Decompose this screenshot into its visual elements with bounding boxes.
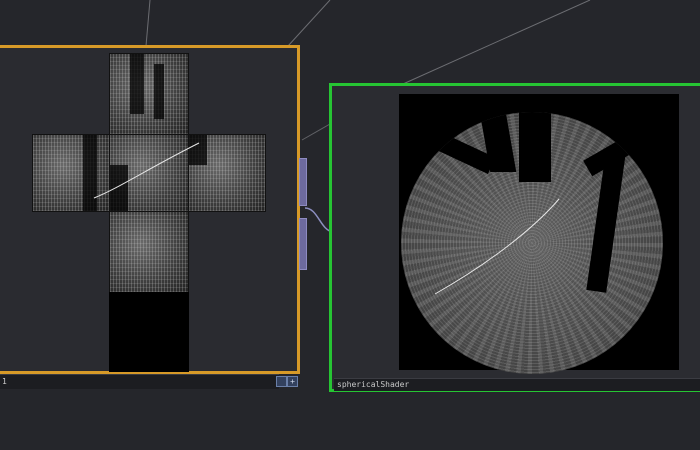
cubemap-viewer xyxy=(0,48,297,372)
spherical-viewer xyxy=(399,94,679,374)
node-name-label[interactable]: sphericalShader xyxy=(334,378,700,391)
input-connector[interactable] xyxy=(299,158,307,206)
output-connector[interactable] xyxy=(299,218,307,270)
viewer-toggle-button[interactable] xyxy=(276,376,287,387)
node-name-label[interactable]: 1 xyxy=(0,374,279,389)
fiber-line xyxy=(93,142,200,199)
wire-line xyxy=(287,0,331,47)
cubemap-node[interactable]: 1 + xyxy=(0,45,307,389)
wire-line xyxy=(301,123,331,141)
add-button[interactable]: + xyxy=(287,376,298,387)
spherical-shader-node[interactable]: sphericalShader xyxy=(329,83,700,392)
node-network-canvas[interactable]: 1 + sphericalShader xyxy=(0,0,700,450)
fiber-line xyxy=(434,198,560,295)
wire-line xyxy=(402,0,591,85)
wire-line xyxy=(145,0,151,47)
